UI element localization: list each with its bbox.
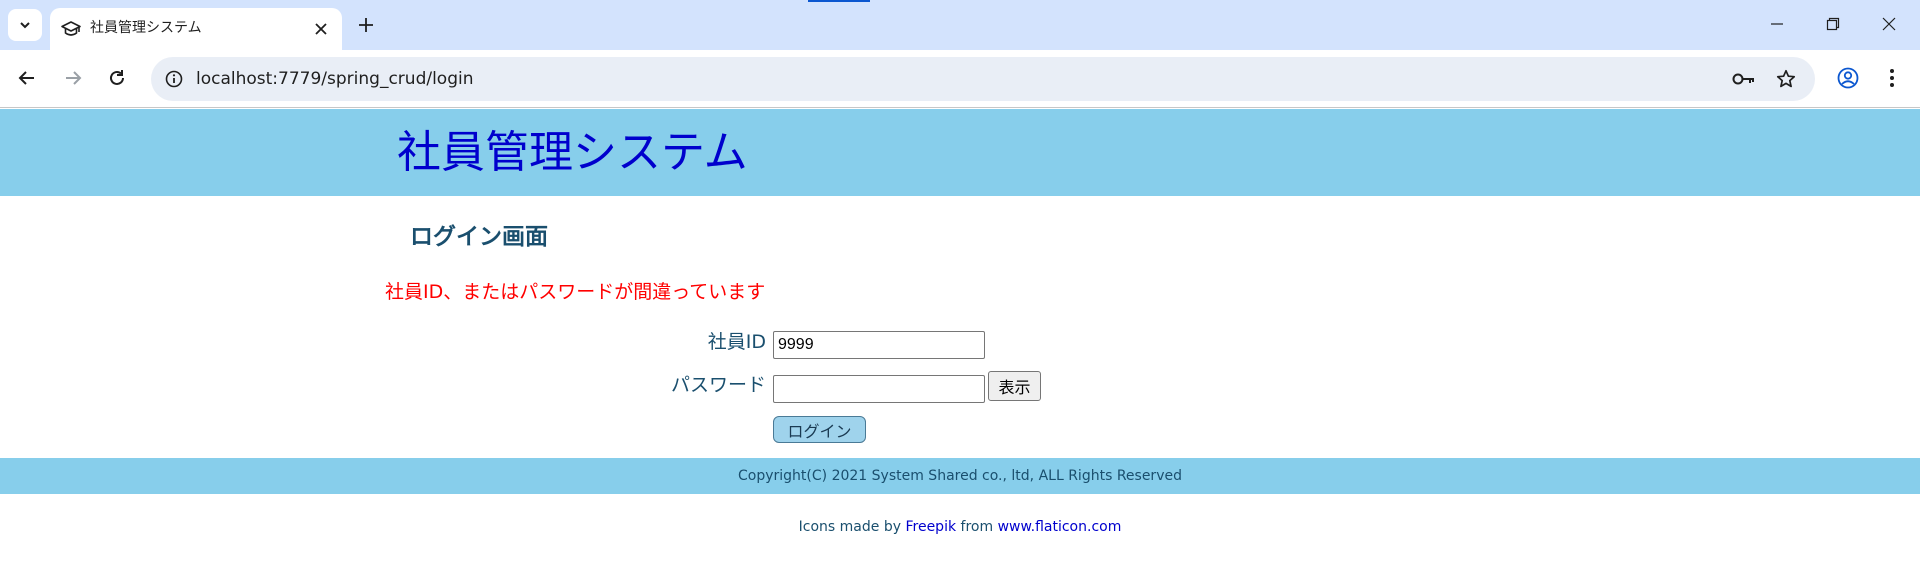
tab-strip-indicator (808, 0, 870, 2)
back-button[interactable] (10, 61, 44, 95)
close-window-button[interactable] (1866, 6, 1912, 42)
restore-button[interactable] (1810, 6, 1856, 42)
copyright-text: Copyright(C) 2021 System Shared co., ltd… (738, 468, 1182, 484)
tab-list-button[interactable] (8, 9, 42, 41)
login-button[interactable]: ログイン (773, 416, 866, 443)
credits-middle: from (960, 519, 994, 535)
credits-prefix: Icons made by (798, 519, 902, 535)
forward-button[interactable] (56, 61, 90, 95)
password-manager-button[interactable] (1729, 64, 1759, 94)
site-info-button[interactable] (159, 64, 189, 94)
chevron-down-icon (20, 22, 30, 29)
active-tab[interactable]: 社員管理システム (50, 8, 342, 50)
page-header: 社員管理システム (0, 109, 1920, 196)
browser-menu-button[interactable] (1875, 61, 1909, 95)
star-icon (1776, 69, 1796, 88)
employee-id-input[interactable] (773, 331, 985, 359)
tab-title: 社員管理システム (90, 20, 202, 36)
info-circle-icon (165, 70, 183, 88)
account-circle-icon (1837, 67, 1859, 89)
new-tab-button[interactable] (352, 11, 380, 39)
icon-credits: Icons made by Freepik from www.flaticon.… (0, 516, 1920, 538)
restore-icon (1826, 17, 1840, 31)
browser-toolbar: localhost:7779/spring_crud/login (0, 50, 1920, 108)
error-message: 社員ID、またはパスワードが間違っています (385, 281, 766, 303)
flaticon-link[interactable]: www.flaticon.com (998, 519, 1122, 535)
show-password-button[interactable]: 表示 (988, 371, 1041, 401)
more-vertical-icon (1890, 69, 1894, 87)
arrow-right-icon (66, 71, 82, 85)
close-icon (1882, 17, 1896, 31)
password-label: パスワード (670, 374, 766, 396)
employee-id-label: 社員ID (707, 331, 766, 353)
bookmark-button[interactable] (1771, 64, 1801, 94)
tab-close-button[interactable] (310, 18, 332, 40)
arrow-left-icon (18, 71, 34, 85)
address-bar[interactable]: localhost:7779/spring_crud/login (151, 57, 1815, 101)
password-input[interactable] (773, 375, 985, 403)
page-footer: Copyright(C) 2021 System Shared co., ltd… (0, 458, 1920, 494)
close-icon (315, 23, 327, 35)
graduation-cap-icon (61, 21, 81, 36)
freepik-link[interactable]: Freepik (905, 519, 956, 535)
minimize-button[interactable] (1754, 6, 1800, 42)
key-icon (1732, 73, 1754, 85)
browser-tab-bar: 社員管理システム (0, 0, 1920, 50)
system-title: 社員管理システム (397, 127, 748, 178)
reload-icon (110, 70, 124, 85)
url-text: localhost:7779/spring_crud/login (196, 69, 474, 89)
screen-title: ログイン画面 (410, 224, 548, 250)
profile-button[interactable] (1831, 61, 1865, 95)
reload-button[interactable] (100, 61, 134, 95)
plus-icon (359, 18, 373, 32)
minimize-icon (1771, 23, 1783, 25)
